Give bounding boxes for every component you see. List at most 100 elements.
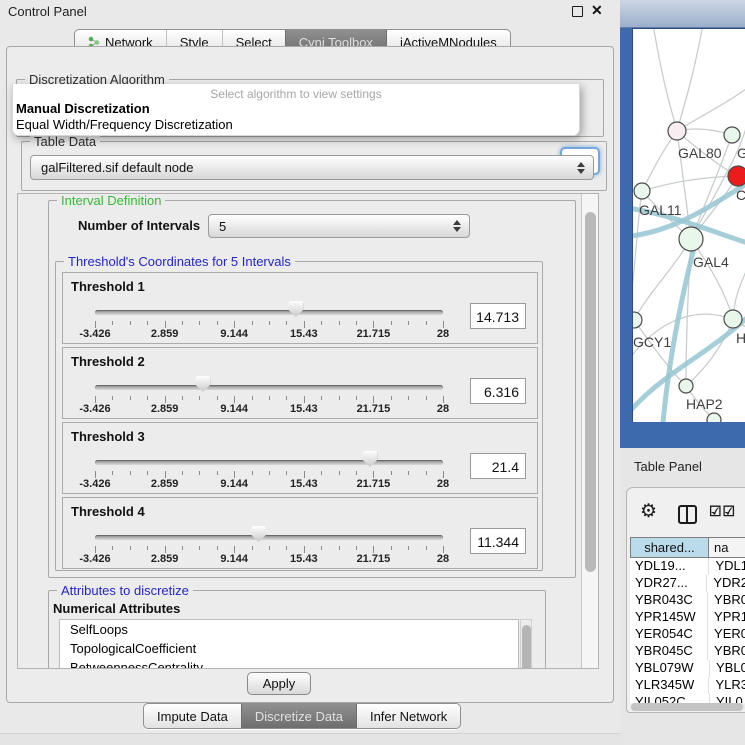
slider-track[interactable] (95, 535, 443, 540)
slider-scale-label: 9.144 (202, 553, 266, 565)
column-header-name[interactable]: na (708, 537, 745, 558)
interval-definition-group: Interval Definition Number of Intervals … (48, 200, 576, 578)
gear-icon[interactable]: ⚙ (640, 500, 657, 523)
node-hap2[interactable] (679, 379, 693, 393)
numerical-attributes-list[interactable]: SelfLoopsTopologicalCoefficientBetweenne… (59, 619, 519, 669)
split-columns-icon[interactable] (678, 505, 697, 524)
table-row[interactable]: YBL079WYBL0 (630, 660, 745, 677)
attributes-list-scrollbar[interactable] (520, 619, 532, 669)
slider-tick (339, 321, 340, 325)
slider-scale-label: 28 (411, 328, 475, 340)
slider-tick (165, 546, 166, 553)
slider-track[interactable] (95, 460, 443, 465)
threshold-value-field[interactable]: 14.713 (470, 303, 526, 329)
network-window-titlebar[interactable] (620, 0, 745, 28)
slider-tick (391, 471, 392, 475)
tab-impute-data[interactable]: Impute Data (144, 704, 241, 728)
scrollbar-thumb[interactable] (631, 703, 743, 711)
cell-shared-name: YBR043C (630, 592, 707, 609)
node-selected-red[interactable] (728, 166, 745, 186)
cell-shared-name: YDR27... (630, 575, 706, 592)
slider-tick (373, 546, 374, 553)
slider-tick (147, 396, 148, 400)
slider-tick (199, 321, 200, 325)
tab-discretize-data[interactable]: Discretize Data (241, 704, 356, 728)
node-label: GAL11 (639, 202, 682, 218)
slider-tick (182, 546, 183, 550)
cell-name: YBL0 (709, 660, 745, 677)
network-edges (633, 29, 745, 422)
slider-tick (408, 471, 409, 475)
table-row[interactable]: YDL19...YDL1 (630, 558, 745, 575)
slider-scale-label: -3.426 (63, 553, 127, 565)
algorithm-option-manual-discretization[interactable]: Manual Discretization (16, 101, 150, 116)
slider-tick (130, 321, 131, 325)
threshold-label: Threshold 1 (71, 279, 145, 294)
node-gal4[interactable] (679, 227, 703, 251)
close-icon[interactable]: ✕ (591, 2, 603, 19)
node-gcy1[interactable] (633, 312, 642, 328)
bottom-strip (0, 734, 620, 745)
slider-tick (165, 396, 166, 403)
column-header-shared-name[interactable]: shared... (630, 537, 709, 558)
table-row[interactable]: YBR043CYBR0 (630, 592, 745, 609)
apply-button[interactable]: Apply (247, 672, 311, 695)
slider-tick (356, 321, 357, 325)
slider-tick (339, 396, 340, 400)
slider-track[interactable] (95, 310, 443, 315)
table-row[interactable]: YIL052CYIL0 (630, 694, 745, 703)
slider-tick (147, 471, 148, 475)
scrollbar-thumb[interactable] (585, 212, 596, 572)
number-of-intervals-combobox[interactable]: 5 (208, 214, 470, 238)
node-h[interactable] (724, 310, 742, 328)
table-rows: YDL19...YDL1YDR27...YDR2YBR043CYBR0YPR14… (630, 558, 745, 703)
cell-name: YER0 (707, 626, 745, 643)
attribute-item-betweennesscentrality[interactable]: BetweennessCentrality (60, 658, 518, 669)
attribute-item-topologicalcoefficient[interactable]: TopologicalCoefficient (60, 639, 518, 658)
float-window-icon[interactable] (572, 6, 583, 17)
slider-tick (95, 321, 96, 328)
slider-tick (373, 471, 374, 478)
slider-tick (217, 321, 218, 325)
attribute-item-selfloops[interactable]: SelfLoops (60, 620, 518, 639)
algorithm-option-equal-width-frequency-discretization[interactable]: Equal Width/Frequency Discretization (16, 117, 233, 132)
slider-tick (408, 546, 409, 550)
threshold-value-field[interactable]: 11.344 (470, 528, 526, 554)
network-canvas[interactable]: GAL80 GA C GAL11 GAL4 GCY1 H HAP2 (632, 28, 745, 422)
slider-tick (130, 546, 131, 550)
table-row[interactable]: YER054CYER0 (630, 626, 745, 643)
slider-tick (426, 471, 427, 475)
tab-infer-network[interactable]: Infer Network (356, 704, 460, 728)
table-row[interactable]: YPR145WYPR1 (630, 609, 745, 626)
checkbox-icons[interactable]: ☑☑ (709, 503, 736, 520)
cell-shared-name: YPR145W (630, 609, 707, 626)
threshold-value-field[interactable]: 6.316 (470, 378, 526, 404)
settings-vertical-scrollbar[interactable] (581, 194, 599, 668)
node-ga[interactable] (724, 127, 740, 143)
tab-label: Discretize Data (255, 709, 343, 724)
table-data-combobox[interactable]: galFiltered.sif default node (30, 155, 594, 180)
slider-scale-label: -3.426 (63, 478, 127, 490)
slider-scale-label: 28 (411, 403, 475, 415)
node-gal11[interactable] (634, 183, 650, 199)
node-gal80[interactable] (668, 122, 686, 140)
table-horizontal-scrollbar[interactable] (630, 703, 745, 711)
slider-scale-label: 15.43 (272, 328, 336, 340)
table-row[interactable]: YDR27...YDR2 (630, 575, 745, 592)
table-row[interactable]: YBR045CYBR0 (630, 643, 745, 660)
threshold-label: Threshold 2 (71, 354, 145, 369)
slider-track[interactable] (95, 385, 443, 390)
slider-scale-label: 9.144 (202, 328, 266, 340)
slider-tick (356, 546, 357, 550)
slider-tick (443, 396, 444, 403)
table-row[interactable]: YLR345WYLR3 (630, 677, 745, 694)
scrollbar-thumb[interactable] (522, 625, 531, 669)
slider-tick (165, 321, 166, 328)
node-bottom[interactable] (707, 413, 721, 422)
threshold-value-field[interactable]: 21.4 (470, 453, 526, 479)
slider-scale-label: 15.43 (272, 403, 336, 415)
slider-tick (426, 546, 427, 550)
slider-tick (391, 396, 392, 400)
slider-scale-label: 15.43 (272, 478, 336, 490)
tab-label: Impute Data (157, 709, 228, 724)
